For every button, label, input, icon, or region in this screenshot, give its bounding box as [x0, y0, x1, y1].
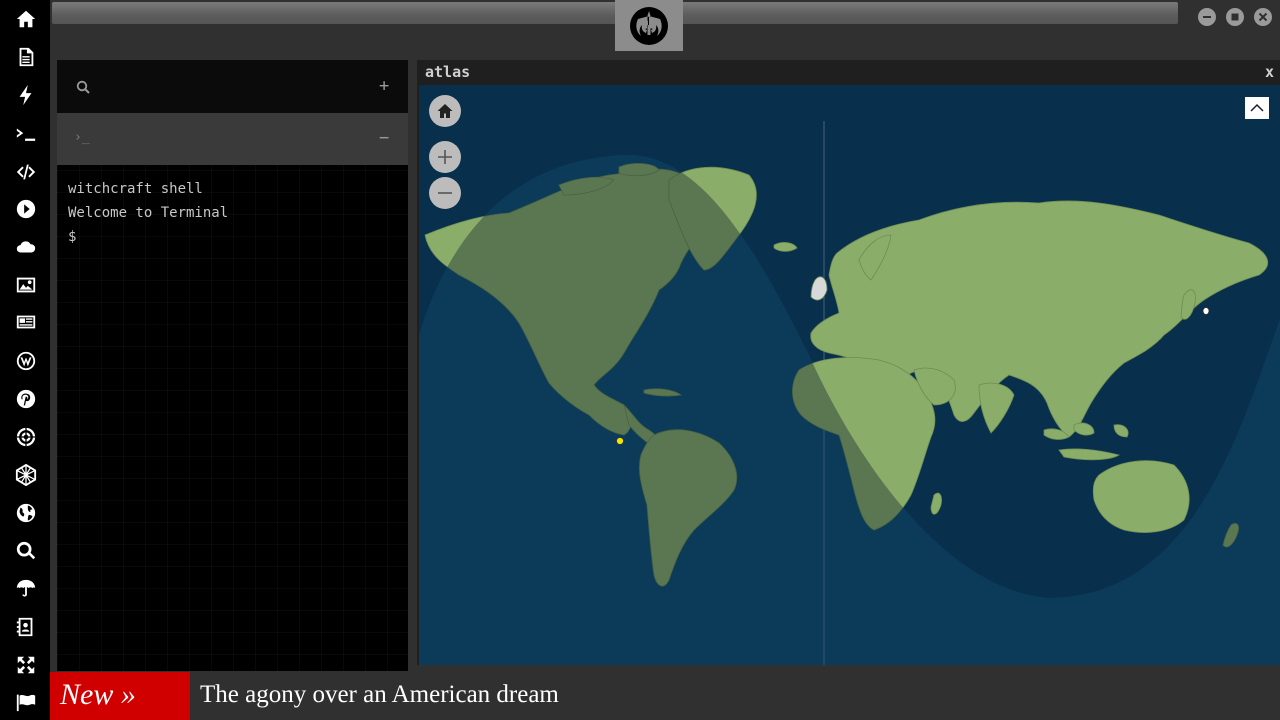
umbrella-icon[interactable] — [10, 573, 42, 605]
close-session-button[interactable]: − — [379, 128, 389, 148]
minimize-icon[interactable] — [1198, 8, 1216, 26]
terminal-prompt: $ — [68, 229, 77, 245]
maximize-icon[interactable] — [1226, 8, 1244, 26]
sidebar — [0, 0, 50, 720]
play-icon[interactable] — [10, 193, 42, 225]
search-icon[interactable] — [10, 535, 42, 567]
world-map-graphic — [419, 85, 1280, 665]
expand-icon[interactable] — [10, 649, 42, 681]
terminal-line: witchcraft shell — [68, 181, 203, 197]
terminal-panel: + ›_ − witchcraft shell Welcome to Termi… — [57, 60, 408, 671]
ticker-headline[interactable]: The agony over an American dream — [200, 672, 559, 718]
zoom-out-icon — [438, 192, 452, 194]
home-icon — [437, 104, 453, 118]
cloud-icon[interactable] — [10, 231, 42, 263]
add-session-button[interactable]: + — [379, 76, 389, 96]
close-icon[interactable] — [1254, 8, 1272, 26]
terminal-line: Welcome to Terminal — [68, 205, 229, 221]
contact-book-icon[interactable] — [10, 611, 42, 643]
newspaper-icon[interactable] — [10, 306, 42, 338]
flag-icon[interactable] — [10, 686, 42, 718]
web-icon[interactable] — [10, 459, 42, 491]
terminal-tab[interactable]: ›_ − — [57, 113, 408, 165]
document-icon[interactable] — [10, 41, 42, 73]
location-marker-secondary — [1202, 307, 1210, 315]
pinterest-icon[interactable] — [10, 383, 42, 415]
image-icon[interactable] — [10, 269, 42, 301]
news-ticker: New » The agony over an American dream — [50, 672, 1280, 720]
code-icon[interactable] — [10, 156, 42, 188]
emblem-tab[interactable] — [615, 0, 683, 51]
ticker-badge: New » — [50, 672, 190, 720]
atlas-title: atlas — [425, 63, 471, 81]
terminal-icon[interactable] — [10, 118, 42, 150]
rebel-alliance-icon — [630, 7, 668, 45]
terminal-output[interactable]: witchcraft shell Welcome to Terminal $ — [68, 177, 228, 249]
globe-icon[interactable] — [10, 497, 42, 529]
empire-icon[interactable] — [10, 421, 42, 453]
top-bar — [50, 0, 1280, 52]
home-icon[interactable] — [10, 3, 42, 35]
bolt-icon[interactable] — [10, 79, 42, 111]
atlas-close-button[interactable]: x — [1265, 63, 1274, 81]
chevron-up-icon — [1250, 103, 1264, 112]
wordpress-icon[interactable] — [10, 345, 42, 377]
location-marker-primary — [616, 437, 624, 445]
terminal-header: + — [57, 60, 408, 113]
prompt-icon: ›_ — [74, 130, 90, 145]
map-home-button[interactable] — [429, 95, 461, 127]
atlas-window: atlas x — [417, 60, 1280, 665]
collapse-button[interactable] — [1245, 97, 1269, 119]
search-icon[interactable] — [76, 80, 90, 94]
zoom-in-icon — [438, 150, 452, 164]
world-map[interactable] — [419, 85, 1280, 665]
zoom-out-button[interactable] — [429, 177, 461, 209]
zoom-in-button[interactable] — [429, 141, 461, 173]
